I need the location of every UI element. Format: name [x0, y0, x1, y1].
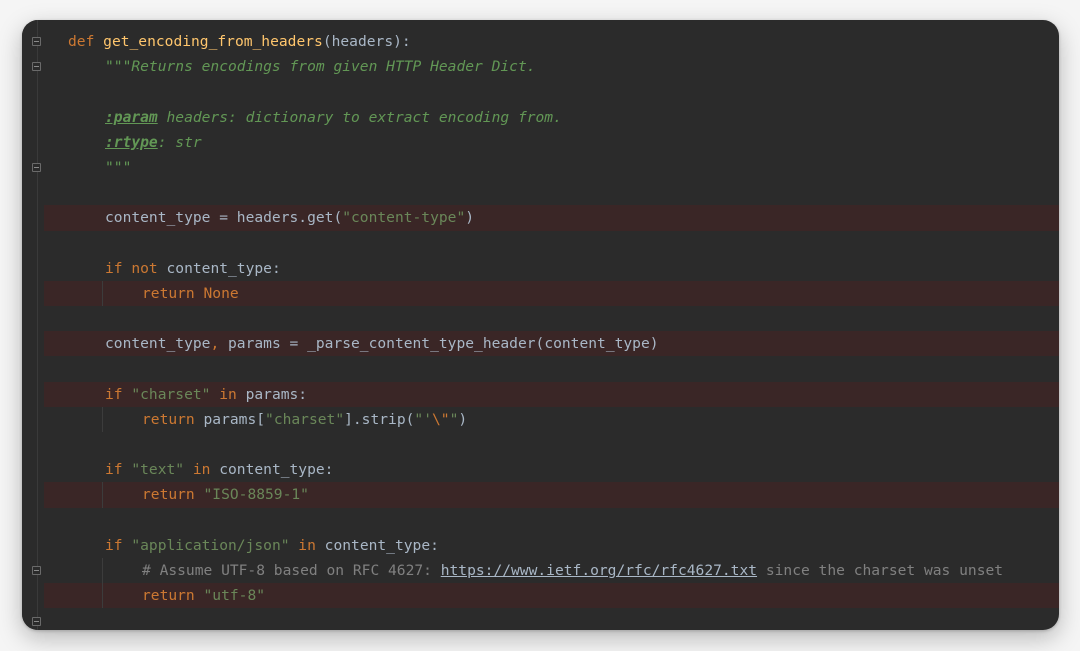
- code-line[interactable]: content_type, params = _parse_content_ty…: [44, 331, 1059, 357]
- code-line[interactable]: """Returns encodings from given HTTP Hea…: [44, 54, 1059, 79]
- code-token: ].strip(: [344, 410, 415, 428]
- code-token: : str: [157, 133, 202, 151]
- code-token: content_type: [105, 335, 211, 353]
- code-line[interactable]: if "application/json" in content_type:: [44, 533, 1059, 558]
- code-token: in: [184, 461, 220, 479]
- indent-guide: [102, 482, 103, 508]
- code-line[interactable]: if "text" in content_type:: [44, 457, 1059, 482]
- code-line[interactable]: return "utf-8": [44, 583, 1059, 609]
- fold-marker-icon[interactable]: [32, 62, 41, 72]
- code-token: content_type:: [166, 259, 281, 277]
- indent-guide: [102, 280, 103, 307]
- code-token: "': [414, 410, 432, 428]
- code-line[interactable]: [44, 508, 1059, 533]
- code-line[interactable]: :rtype: str: [44, 130, 1059, 155]
- code-token: # Assume UTF-8 based on RFC 4627:: [142, 561, 441, 579]
- code-token: params[: [203, 410, 266, 428]
- code-line[interactable]: return None: [44, 280, 1059, 307]
- code-line[interactable]: [44, 432, 1059, 457]
- code-token: ,: [210, 335, 229, 353]
- code-token: return None: [142, 284, 239, 302]
- code-line[interactable]: def get_encoding_from_headers(headers):: [44, 29, 1059, 54]
- code-line[interactable]: [44, 79, 1059, 104]
- code-token: return: [142, 486, 204, 504]
- code-token: content_type:: [324, 536, 439, 554]
- code-token: return: [142, 410, 204, 428]
- code-token: if: [105, 536, 132, 554]
- indent-guide: [102, 557, 103, 584]
- code-token: return: [142, 587, 204, 605]
- code-token: :rtype: [105, 133, 158, 151]
- code-token: (headers):: [322, 33, 411, 50]
- code-token[interactable]: https://www.ietf.org/rfc/rfc4627.txt: [441, 562, 757, 579]
- code-token: in: [210, 385, 246, 403]
- code-line[interactable]: content_type = headers.get("content-type…: [44, 205, 1059, 231]
- code-token: headers: dictionary to extract encoding …: [157, 108, 562, 126]
- code-line[interactable]: # Assume UTF-8 based on RFC 4627: https:…: [44, 557, 1059, 584]
- code-token: if: [105, 385, 132, 403]
- code-token: """Returns encodings from given HTTP Hea…: [105, 58, 536, 76]
- fold-marker-icon[interactable]: [32, 616, 41, 626]
- code-token: params:: [245, 385, 308, 403]
- fold-marker-icon[interactable]: [32, 163, 41, 173]
- code-line[interactable]: [44, 356, 1059, 381]
- code-token: \": [431, 410, 450, 428]
- code-token: "ISO-8859-1": [203, 486, 309, 504]
- code-token: ): [465, 209, 475, 227]
- code-line[interactable]: if "charset" in params:: [44, 381, 1059, 407]
- fold-marker-icon[interactable]: [32, 37, 41, 47]
- code-line[interactable]: [44, 231, 1059, 256]
- code-line[interactable]: [44, 180, 1059, 205]
- code-line[interactable]: return params["charset"].strip("'\""): [44, 406, 1059, 432]
- code-token: "content-type": [342, 209, 466, 227]
- gutter-fold-line: [37, 20, 38, 630]
- code-line[interactable]: return "ISO-8859-1": [44, 482, 1059, 508]
- code-token: ): [458, 410, 468, 428]
- code-line[interactable]: """: [44, 155, 1059, 180]
- code-token: def: [68, 33, 104, 50]
- code-token: content_type:: [219, 461, 334, 479]
- code-token: :param: [105, 108, 158, 126]
- code-token: """: [105, 158, 132, 176]
- code-token: "application/json": [131, 536, 290, 554]
- code-editor-window: def get_encoding_from_headers(headers): "…: [22, 20, 1059, 630]
- code-line[interactable]: [44, 306, 1059, 331]
- code-token: "charset": [131, 385, 211, 403]
- code-token: "charset": [265, 410, 345, 428]
- code-token: "utf-8": [203, 587, 266, 605]
- code-area[interactable]: def get_encoding_from_headers(headers): "…: [44, 29, 1059, 609]
- code-token: if: [105, 461, 132, 479]
- code-token: "text": [131, 461, 185, 479]
- indent-guide: [102, 406, 103, 432]
- code-token: get_encoding_from_headers: [103, 33, 323, 50]
- code-token: params = _parse_content_type_header(cont…: [228, 335, 659, 353]
- code-line[interactable]: if not content_type:: [44, 256, 1059, 281]
- code-token: since the charset was unset: [757, 561, 1004, 579]
- code-token: content_type = headers.get(: [105, 209, 343, 227]
- indent-guide: [102, 583, 103, 609]
- code-token: in: [289, 536, 325, 554]
- fold-marker-icon[interactable]: [32, 566, 41, 576]
- code-line[interactable]: :param headers: dictionary to extract en…: [44, 105, 1059, 130]
- code-token: if not: [105, 259, 167, 277]
- editor-gutter[interactable]: [22, 20, 43, 630]
